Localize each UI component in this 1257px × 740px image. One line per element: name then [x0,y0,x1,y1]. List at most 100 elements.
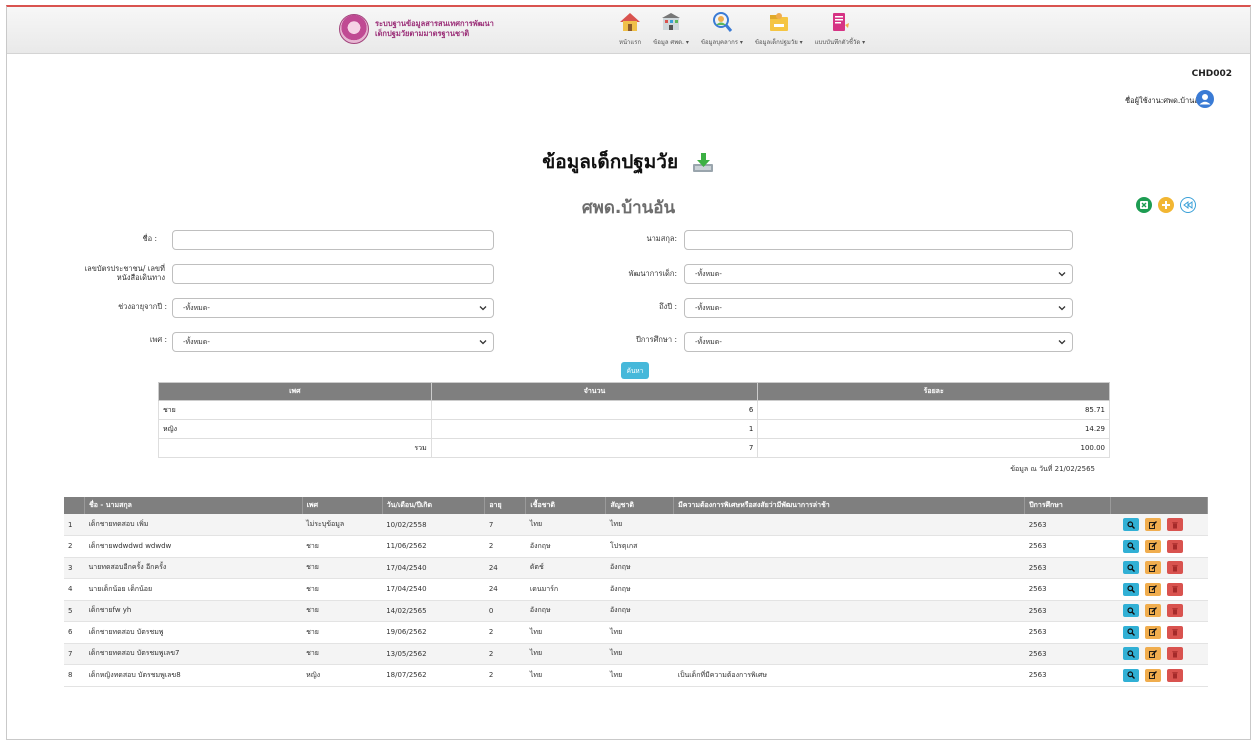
col-header-gender: เพศ [302,497,383,514]
search-icon [1127,585,1135,594]
back-rewind-icon[interactable] [1180,197,1196,213]
ministry-seal-logo [339,14,369,44]
delete-button[interactable] [1166,518,1183,531]
nav-item-indicators[interactable]: แบบบันทึกตัวชี้วัด ▾ [809,9,872,47]
center-code: CHD002 [1191,69,1232,79]
gender-summary-table: เพศ จำนวน ร้อยละ ชาย 6 85.71 หญิง 1 14.2… [158,382,1110,458]
view-button[interactable] [1122,647,1139,661]
brand-title-line2: เด็กปฐมวัยตามมาตรฐานชาติ [375,29,470,38]
user-avatar-icon[interactable] [1196,90,1214,108]
age-from-label: ช่วงอายุจากปี : [118,302,167,311]
academic-year-select[interactable]: -ทั้งหมด- [684,332,1073,352]
delete-button[interactable] [1166,539,1183,553]
search-button[interactable]: ค้นหา [621,362,649,379]
surname-input[interactable] [684,230,1073,250]
excel-export-icon[interactable] [1136,197,1152,213]
cell-special-needs [673,643,1025,665]
delete-button[interactable] [1166,582,1183,596]
edit-button[interactable] [1144,668,1161,682]
name-input[interactable] [172,230,494,250]
nav-item-center-info[interactable]: ข้อมูล ศพด. ▾ [647,9,695,47]
chevron-down-icon [1058,306,1066,311]
development-select[interactable]: -ทั้งหมด- [684,264,1073,284]
cell-age: 2 [484,621,526,644]
trash-icon [1172,629,1178,636]
action-icons [1136,197,1196,213]
cell-nationality: โปรตุเกส [605,535,674,558]
nav-item-children[interactable]: ข้อมูลเด็กปฐมวัย ▾ [749,9,809,47]
delete-button[interactable] [1166,668,1183,682]
edit-icon [1148,606,1157,615]
cell-actions [1110,600,1208,622]
nav-label: แบบบันทึกตัวชี้วัด ▾ [814,39,866,46]
edit-button[interactable] [1144,518,1161,531]
row-actions [1115,518,1204,531]
data-as-of-date: ข้อมูล ณ วันที่ 21/02/2565 [1010,465,1095,473]
nav-item-staff[interactable]: ข้อมูลบุคลากร ▾ [695,9,749,47]
edit-button[interactable] [1144,539,1161,553]
edit-button[interactable] [1144,604,1161,618]
view-button[interactable] [1122,604,1139,618]
summary-count: 1 [430,419,759,439]
chevron-down-icon [1058,272,1066,277]
edit-icon [1148,671,1157,680]
age-to-select-value: -ทั้งหมด- [695,303,722,312]
cell-name: เด็กชายfw yh [84,600,303,622]
name-label: ชื่อ : [142,234,157,243]
row-actions [1115,647,1204,661]
delete-button[interactable] [1166,625,1183,639]
table-row: 6 เด็กชายทดสอบ บัตรชมพู ชาย 19/06/2562 2… [64,621,1208,644]
edit-button[interactable] [1144,647,1161,661]
view-button[interactable] [1122,561,1139,575]
summary-total-row: รวม 7 100.00 [158,438,1110,458]
chevron-down-icon [1058,340,1066,345]
download-box-icon [691,152,715,174]
cell-special-needs: เป็นเด็กที่มีความต้องการพิเศษ [673,664,1025,687]
age-to-select[interactable]: -ทั้งหมด- [684,298,1073,318]
trash-icon [1172,672,1178,679]
academic-year-select-value: -ทั้งหมด- [695,337,722,346]
row-actions [1115,561,1204,575]
col-header-special-needs: มีความต้องการพิเศษหรือสงสัยว่ามีพัฒนาการ… [673,497,1026,514]
trash-icon [1172,565,1178,572]
brand-text: ระบบฐานข้อมูลสารสนเทศการพัฒนา เด็กปฐมวัย… [375,19,494,39]
search-icon [1127,607,1135,615]
age-from-select[interactable]: -ทั้งหมด- [172,298,494,318]
cell-race: อังกฤษ [525,600,606,622]
view-button[interactable] [1122,582,1139,596]
view-button[interactable] [1122,668,1139,682]
row-actions [1115,604,1204,618]
nav-label: ข้อมูลเด็กปฐมวัย ▾ [754,39,803,46]
top-navbar: ระบบฐานข้อมูลสารสนเทศการพัฒนา เด็กปฐมวัย… [7,7,1250,54]
delete-button[interactable] [1166,604,1183,618]
cell-dob: 19/06/2562 [382,621,485,644]
gender-select[interactable]: -ทั้งหมด- [172,332,494,352]
id-number-label: เลขบัตรประชาชน/ เลขที่หนังสือเดินทาง [84,264,165,282]
view-button[interactable] [1122,539,1139,553]
edit-button[interactable] [1144,625,1161,639]
id-number-input[interactable] [172,264,494,284]
delete-button[interactable] [1166,561,1183,575]
nav-item-home[interactable]: หน้าแรก [613,9,647,47]
cell-gender: ชาย [302,621,383,644]
search-icon [1127,564,1135,572]
delete-button[interactable] [1166,647,1183,661]
summary-header-gender: เพศ [158,382,432,401]
cell-dob: 11/06/2562 [382,535,485,558]
add-child-icon[interactable] [1158,197,1174,213]
edit-button[interactable] [1144,561,1161,575]
report-icon [829,9,851,35]
gender-select-value: -ทั้งหมด- [183,337,210,346]
cell-race: ไทย [525,664,606,687]
brand[interactable]: ระบบฐานข้อมูลสารสนเทศการพัฒนา เด็กปฐมวัย… [339,14,494,44]
cell-dob: 14/02/2565 [382,600,485,622]
col-header-actions [1110,497,1208,514]
summary-percent: 14.29 [757,419,1110,439]
page-title-text: ข้อมูลเด็กปฐมวัย [542,151,679,173]
col-header-name: ชื่อ - นามสกุล [84,497,303,514]
view-button[interactable] [1122,625,1139,639]
edit-icon [1148,628,1157,637]
children-table: ชื่อ - นามสกุล เพศ วัน/เดือน/ปีเกิด อายุ… [64,497,1208,687]
edit-button[interactable] [1144,582,1161,596]
view-button[interactable] [1122,518,1139,531]
